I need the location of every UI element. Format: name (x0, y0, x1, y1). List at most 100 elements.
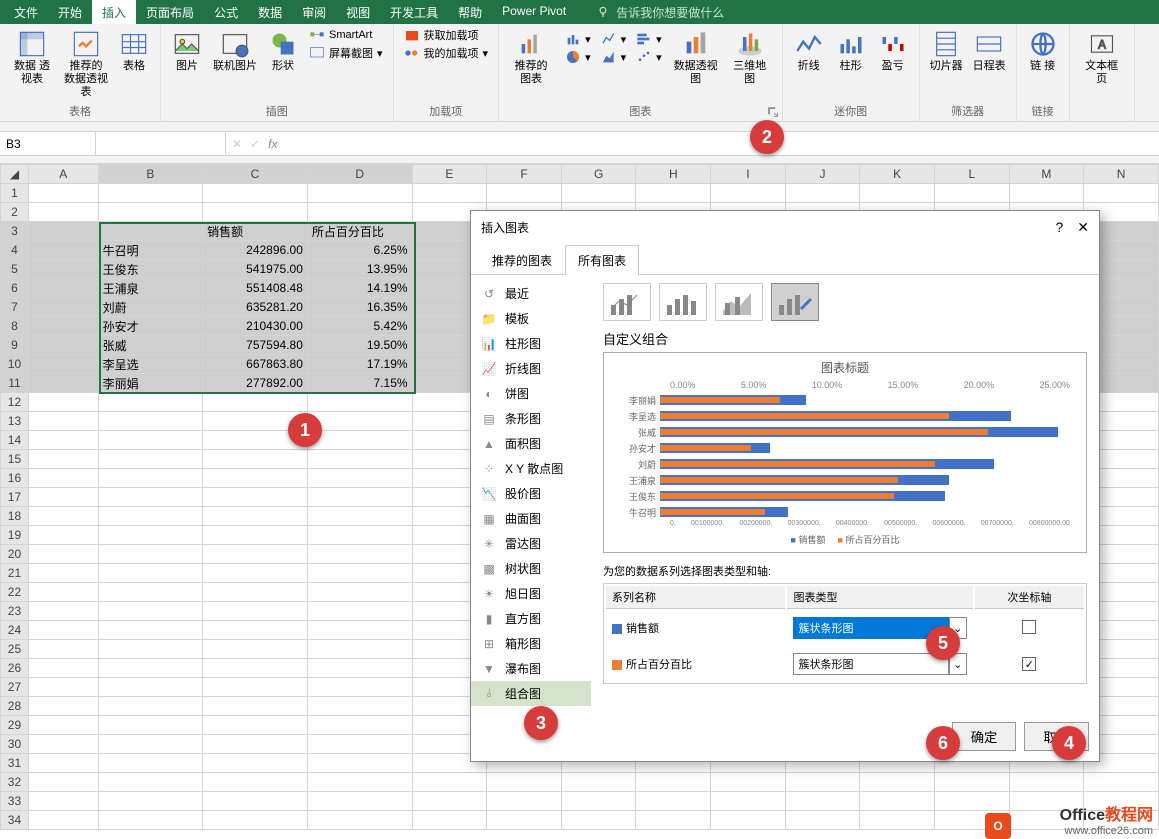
row-header-6[interactable]: 6 (1, 279, 29, 298)
cell[interactable] (860, 811, 935, 830)
fx-icon[interactable]: fx (268, 137, 277, 151)
cell[interactable] (28, 374, 98, 393)
cell[interactable] (28, 564, 98, 583)
cell[interactable] (561, 792, 636, 811)
cell[interactable] (28, 450, 98, 469)
row-header-33[interactable]: 33 (1, 792, 29, 811)
cell[interactable] (203, 659, 308, 678)
chart-type-模板[interactable]: 📁模板 (471, 306, 591, 331)
row-header-8[interactable]: 8 (1, 317, 29, 336)
timeline-button[interactable]: 日程表 (969, 26, 1010, 75)
col-header-F[interactable]: F (487, 165, 562, 184)
combo-subtype-2[interactable] (659, 283, 707, 321)
col-header-J[interactable]: J (785, 165, 860, 184)
cell[interactable] (860, 773, 935, 792)
col-header-B[interactable]: B (98, 165, 203, 184)
col-header-K[interactable]: K (860, 165, 935, 184)
cell[interactable] (203, 621, 308, 640)
cell[interactable] (561, 184, 636, 203)
cell[interactable] (28, 431, 98, 450)
cell[interactable] (203, 792, 308, 811)
tab-developer[interactable]: 开发工具 (380, 0, 448, 24)
row-header-23[interactable]: 23 (1, 602, 29, 621)
cell[interactable] (28, 659, 98, 678)
cell[interactable]: 757594.80 (203, 336, 308, 355)
row-header-26[interactable]: 26 (1, 659, 29, 678)
tab-pagelayout[interactable]: 页面布局 (136, 0, 204, 24)
chart-bar-button[interactable]: ▾ (632, 30, 666, 48)
online-picture-button[interactable]: 联机图片 (209, 26, 261, 75)
chart-type-直方图[interactable]: ▮直方图 (471, 606, 591, 631)
cell[interactable] (307, 735, 412, 754)
cell[interactable]: 277892.00 (203, 374, 308, 393)
row-header-14[interactable]: 14 (1, 431, 29, 450)
tab-file[interactable]: 文件 (4, 0, 48, 24)
cell[interactable] (307, 564, 412, 583)
cell[interactable] (412, 792, 487, 811)
cell[interactable] (412, 773, 487, 792)
cell[interactable] (28, 488, 98, 507)
row-header-20[interactable]: 20 (1, 545, 29, 564)
cell[interactable]: 541975.00 (203, 260, 308, 279)
cell[interactable] (203, 602, 308, 621)
chart-type-树状图[interactable]: ▩树状图 (471, 556, 591, 581)
cell[interactable] (28, 792, 98, 811)
cell[interactable] (307, 773, 412, 792)
cell[interactable] (203, 450, 308, 469)
smartart-button[interactable]: SmartArt (305, 26, 387, 44)
cell[interactable] (860, 792, 935, 811)
cell[interactable] (785, 811, 860, 830)
cell[interactable] (307, 507, 412, 526)
row-header-12[interactable]: 12 (1, 393, 29, 412)
cell[interactable] (307, 811, 412, 830)
cell[interactable] (1084, 773, 1159, 792)
cell[interactable] (785, 773, 860, 792)
row-header-17[interactable]: 17 (1, 488, 29, 507)
cell[interactable] (203, 393, 308, 412)
cell[interactable]: 牛召明 (98, 241, 203, 260)
row-header-28[interactable]: 28 (1, 697, 29, 716)
col-header-M[interactable]: M (1009, 165, 1084, 184)
cell[interactable] (307, 678, 412, 697)
chart-type-最近[interactable]: ↺最近 (471, 281, 591, 306)
cell[interactable] (28, 621, 98, 640)
row-header-30[interactable]: 30 (1, 735, 29, 754)
cell[interactable]: 210430.00 (203, 317, 308, 336)
chart-type-箱形图[interactable]: ⊞箱形图 (471, 631, 591, 656)
cell[interactable] (307, 469, 412, 488)
cell[interactable] (307, 393, 412, 412)
rec-charts-button[interactable]: 推荐的 图表 (505, 26, 557, 88)
cell[interactable] (412, 811, 487, 830)
cell[interactable]: 6.25% (307, 241, 412, 260)
cell[interactable]: 李丽娟 (98, 374, 203, 393)
dialog-help-icon[interactable]: ? (1055, 219, 1063, 236)
cell[interactable]: 635281.20 (203, 298, 308, 317)
chart-type-面积图[interactable]: ▲面积图 (471, 431, 591, 456)
cell[interactable] (711, 811, 786, 830)
cancel-fx-icon[interactable]: ✕ (232, 137, 242, 151)
textbox-button[interactable]: A文本框 页 (1076, 26, 1128, 88)
cell[interactable] (98, 450, 203, 469)
map3d-button[interactable]: 三维地 图 (724, 26, 776, 88)
cell[interactable] (98, 773, 203, 792)
col-header-C[interactable]: C (203, 165, 308, 184)
chart-type-X Y 散点图[interactable]: ⁘X Y 散点图 (471, 456, 591, 481)
cell[interactable] (203, 488, 308, 507)
cell[interactable] (28, 355, 98, 374)
cell[interactable] (28, 507, 98, 526)
cell[interactable] (98, 184, 203, 203)
row-header-10[interactable]: 10 (1, 355, 29, 374)
cell[interactable] (561, 773, 636, 792)
cell[interactable] (934, 792, 1009, 811)
cell[interactable] (203, 469, 308, 488)
tab-insert[interactable]: 插入 (92, 0, 136, 24)
row-header-34[interactable]: 34 (1, 811, 29, 830)
formula-input[interactable] (283, 132, 1159, 155)
row-header-19[interactable]: 19 (1, 526, 29, 545)
cell[interactable] (307, 431, 412, 450)
col-header-H[interactable]: H (636, 165, 711, 184)
cell[interactable] (307, 621, 412, 640)
cell[interactable] (28, 336, 98, 355)
tab-help[interactable]: 帮助 (448, 0, 492, 24)
rec-pivot-button[interactable]: 推荐的 数据透视表 (60, 26, 112, 101)
